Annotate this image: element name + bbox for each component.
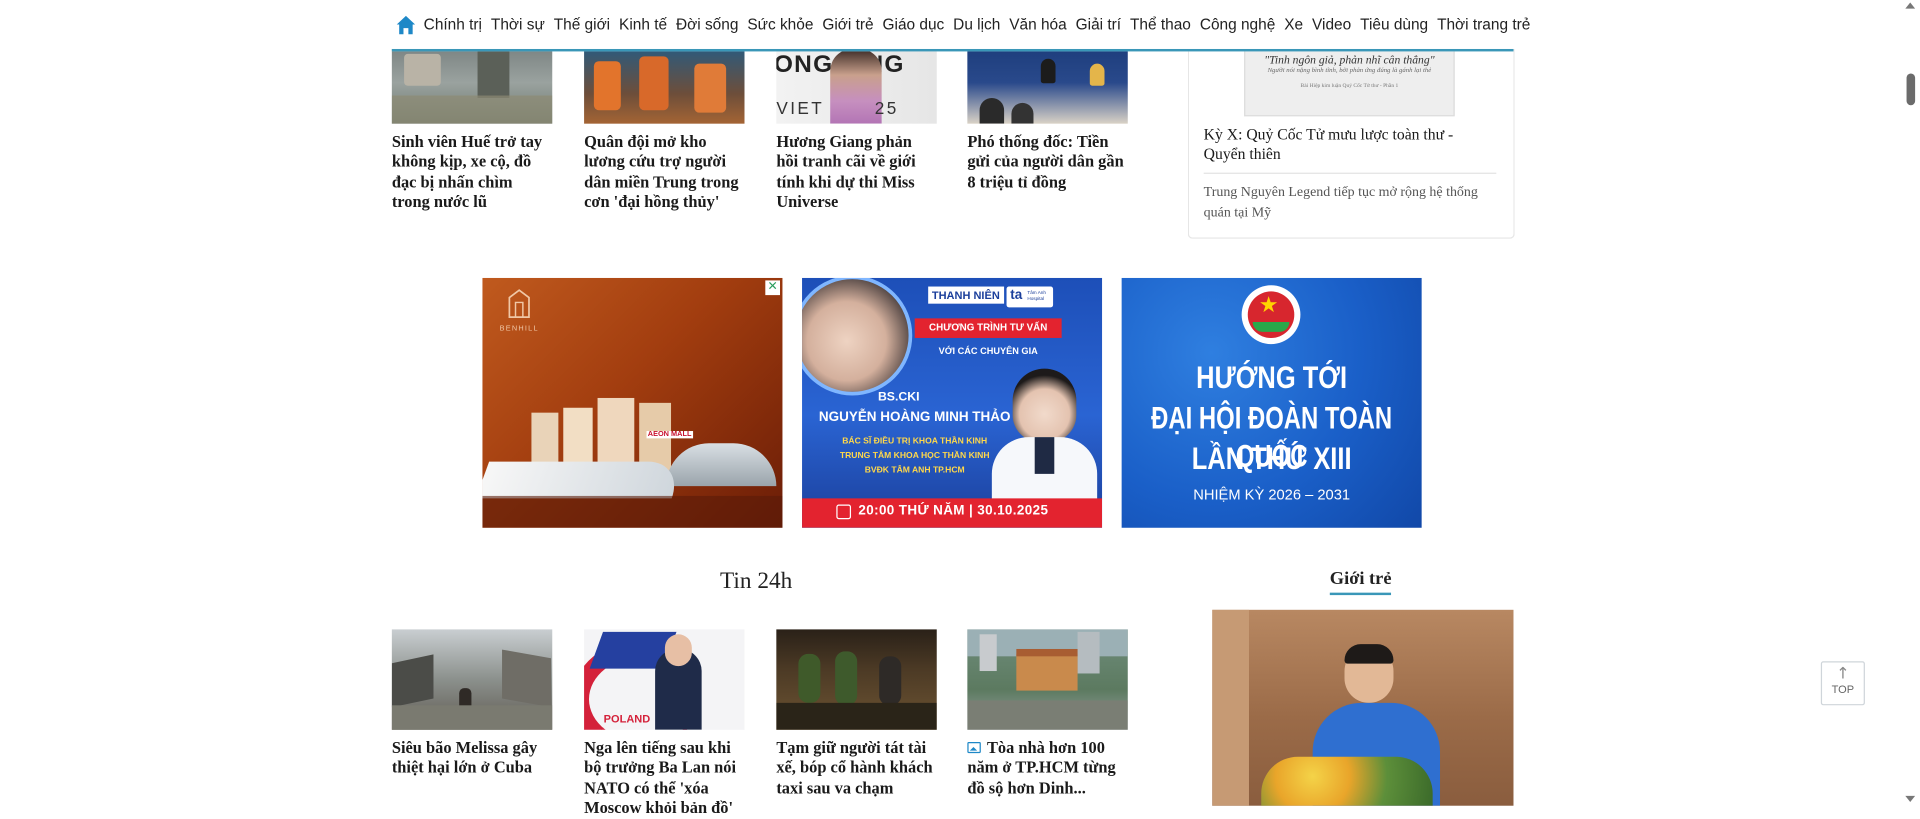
doctor-degree: BS.CKI (877, 390, 920, 405)
doan-line1: HƯỚNG TỚI (1196, 358, 1348, 396)
youth-union-emblem: ★ (1241, 285, 1301, 345)
event-time: 20:00 THỨ NĂM | 30.10.2025 (858, 503, 1049, 518)
section-underline (1329, 592, 1392, 596)
article-thumb-taxi-assault[interactable] (776, 629, 937, 730)
close-icon[interactable]: ✕ (765, 280, 781, 296)
article-thumb-hurricane-cuba[interactable] (391, 629, 553, 730)
thanhnien-logo: THANH NIÊN (928, 286, 1004, 304)
nav-item-suc-khoe[interactable]: Sức khỏe (747, 16, 813, 33)
article-thumb-huong-giang[interactable]: ONG NG VIET 25 (776, 48, 937, 124)
nav-item-tieu-dung[interactable]: Tiêu dùng (1360, 16, 1428, 33)
article-thumb-press-conference[interactable] (967, 48, 1128, 124)
consult-banner: CHƯƠNG TRÌNH TƯ VẤN (914, 318, 1062, 338)
ad-benhill[interactable]: BENHILL ✕ AEON MALL (482, 277, 783, 528)
calendar-icon (836, 504, 852, 520)
main-nav: Chính trị Thời sự Thế giới Kinh tế Đời s… (391, 0, 1530, 52)
top-label: TOP (1831, 683, 1855, 696)
doctor-name: NGUYỄN HOÀNG MINH THẢO (818, 410, 1011, 425)
nav-item-the-thao[interactable]: Thể thao (1130, 16, 1191, 33)
article-title[interactable]: Nga lên tiếng sau khi bộ trưởng Ba Lan n… (584, 738, 744, 818)
nav-item-thoi-su[interactable]: Thời sự (491, 16, 545, 33)
consult-subtitle: VỚI CÁC CHUYÊN GIA (938, 345, 1038, 357)
nav-item-doi-song[interactable]: Đời sống (676, 16, 738, 33)
nav-item-chinh-tri[interactable]: Chính trị (424, 16, 482, 33)
section-title-gioitre-text: Giới trẻ (1329, 569, 1392, 589)
article-thumb-army-relief[interactable] (584, 48, 745, 124)
nav-item-giai-tri[interactable]: Giải trí (1076, 16, 1121, 33)
scrollbar-thumb[interactable] (1906, 73, 1916, 106)
sidebar-divider (1203, 172, 1497, 174)
page-scrollbar[interactable] (1901, 0, 1920, 806)
article-thumb-flood-hue[interactable] (391, 48, 553, 124)
back-to-top-button[interactable]: ↑ TOP (1820, 661, 1865, 706)
sidebar-article-title[interactable]: Kỳ X: Quỷ Cốc Tử mưu lược toàn thư - Quy… (1204, 125, 1498, 164)
article-title[interactable]: Quân đội mở kho lương cứu trợ người dân … (584, 132, 744, 212)
section-title-tin24h[interactable]: Tin 24h (720, 568, 792, 595)
gioitre-featured-photo[interactable] (1212, 609, 1514, 806)
article-thumb-hcm-building[interactable] (967, 629, 1128, 730)
nav-item-video[interactable]: Video (1312, 16, 1351, 33)
nav-item-du-lich[interactable]: Du lịch (953, 16, 1000, 33)
patient-photo (802, 277, 913, 396)
scroll-down-arrow-icon[interactable] (1905, 795, 1916, 803)
tamanh-sub: Tâm Anh Hospital (1027, 290, 1046, 301)
article-title[interactable]: Siêu bão Melissa gây thiệt hại lớn ở Cub… (392, 738, 552, 778)
star-icon: ★ (1258, 292, 1279, 319)
benhill-brand: BENHILL (499, 325, 539, 334)
nav-item-the-gioi[interactable]: Thế giới (554, 16, 610, 33)
article-title[interactable]: Tạm giữ người tát tài xế, bóp cổ hành kh… (776, 738, 936, 798)
ad-thanhnien-consult[interactable]: THANH NIÊN ta Tâm Anh Hospital CHƯƠNG TR… (802, 277, 1103, 528)
doan-line3: LẦN THỨ XIII (1191, 439, 1352, 477)
quote-credit: Bài Hiệp kim luận Quý Cốc Tử thư - Phần … (1300, 82, 1399, 89)
tamanh-logo: ta Tâm Anh Hospital (1006, 286, 1054, 308)
arrow-up-icon: ↑ (1836, 664, 1850, 684)
tamanh-mark: ta (1010, 287, 1023, 303)
event-time-bar: 20:00 THỨ NĂM | 30.10.2025 (802, 498, 1103, 528)
aeon-mall-sign: AEON MALL (646, 431, 693, 439)
doctor-role: BVĐK TÂM ANH TP.HCM (864, 466, 965, 476)
doan-term: NHIỆM KỲ 2026 – 2031 (1193, 486, 1351, 504)
article-title[interactable]: Hương Giang phản hồi tranh cãi về giới t… (776, 132, 936, 212)
quote-subline: Người nói nặng bình tĩnh, bởi phản ứng đ… (1267, 67, 1432, 75)
nav-item-gioi-tre[interactable]: Giới trẻ (822, 16, 873, 33)
ad-doan-congress[interactable]: ★ HƯỚNG TỚI ĐẠI HỘI ĐOÀN TOÀN QUỐC LẦN T… (1121, 277, 1422, 528)
nav-item-cong-nghe[interactable]: Công nghệ (1200, 16, 1275, 33)
doctor-role: TRUNG TÂM KHOA HỌC THẦN KINH (839, 451, 990, 461)
doctor-role: BÁC SĨ ĐIỀU TRỊ KHOA THẦN KINH (842, 437, 988, 446)
nav-item-van-hoa[interactable]: Văn hóa (1009, 16, 1066, 33)
article-title[interactable]: Sinh viên Huế trở tay không kịp, xe cộ, … (392, 132, 552, 212)
section-title-gioitre[interactable]: Giới trẻ (1329, 568, 1392, 596)
page: Chính trị Thời sự Thế giới Kinh tế Đời s… (0, 0, 1920, 817)
home-icon[interactable] (396, 13, 417, 35)
nav-item-thoi-trang-tre[interactable]: Thời trang trẻ (1437, 16, 1530, 33)
article-title[interactable]: Tòa nhà hơn 100 năm ở TP.HCM từng đồ sộ … (967, 738, 1127, 798)
sidebar-article-title[interactable]: Trung Nguyên Legend tiếp tục mở rộng hệ … (1204, 182, 1498, 222)
nav-item-xe[interactable]: Xe (1284, 16, 1303, 33)
doctor-photo (986, 364, 1102, 504)
article-title[interactable]: Phó thống đốc: Tiền gửi của người dân gầ… (967, 132, 1127, 192)
scroll-up-arrow-icon[interactable] (1905, 2, 1916, 9)
quote-line: "Tinh ngôn giả, phản nhĩ cân thẳng" (1264, 55, 1435, 68)
article-thumb-nato-minister[interactable]: POLAND (584, 629, 745, 730)
nav-item-kinh-te[interactable]: Kinh tế (619, 16, 667, 33)
quote-image[interactable]: "Tinh ngôn giả, phản nhĩ cân thẳng" Ngườ… (1244, 48, 1455, 117)
benhill-logo: BENHILL (495, 288, 544, 333)
poland-text: POLAND (603, 712, 651, 725)
nav-item-giao-duc[interactable]: Giáo dục (883, 16, 945, 33)
